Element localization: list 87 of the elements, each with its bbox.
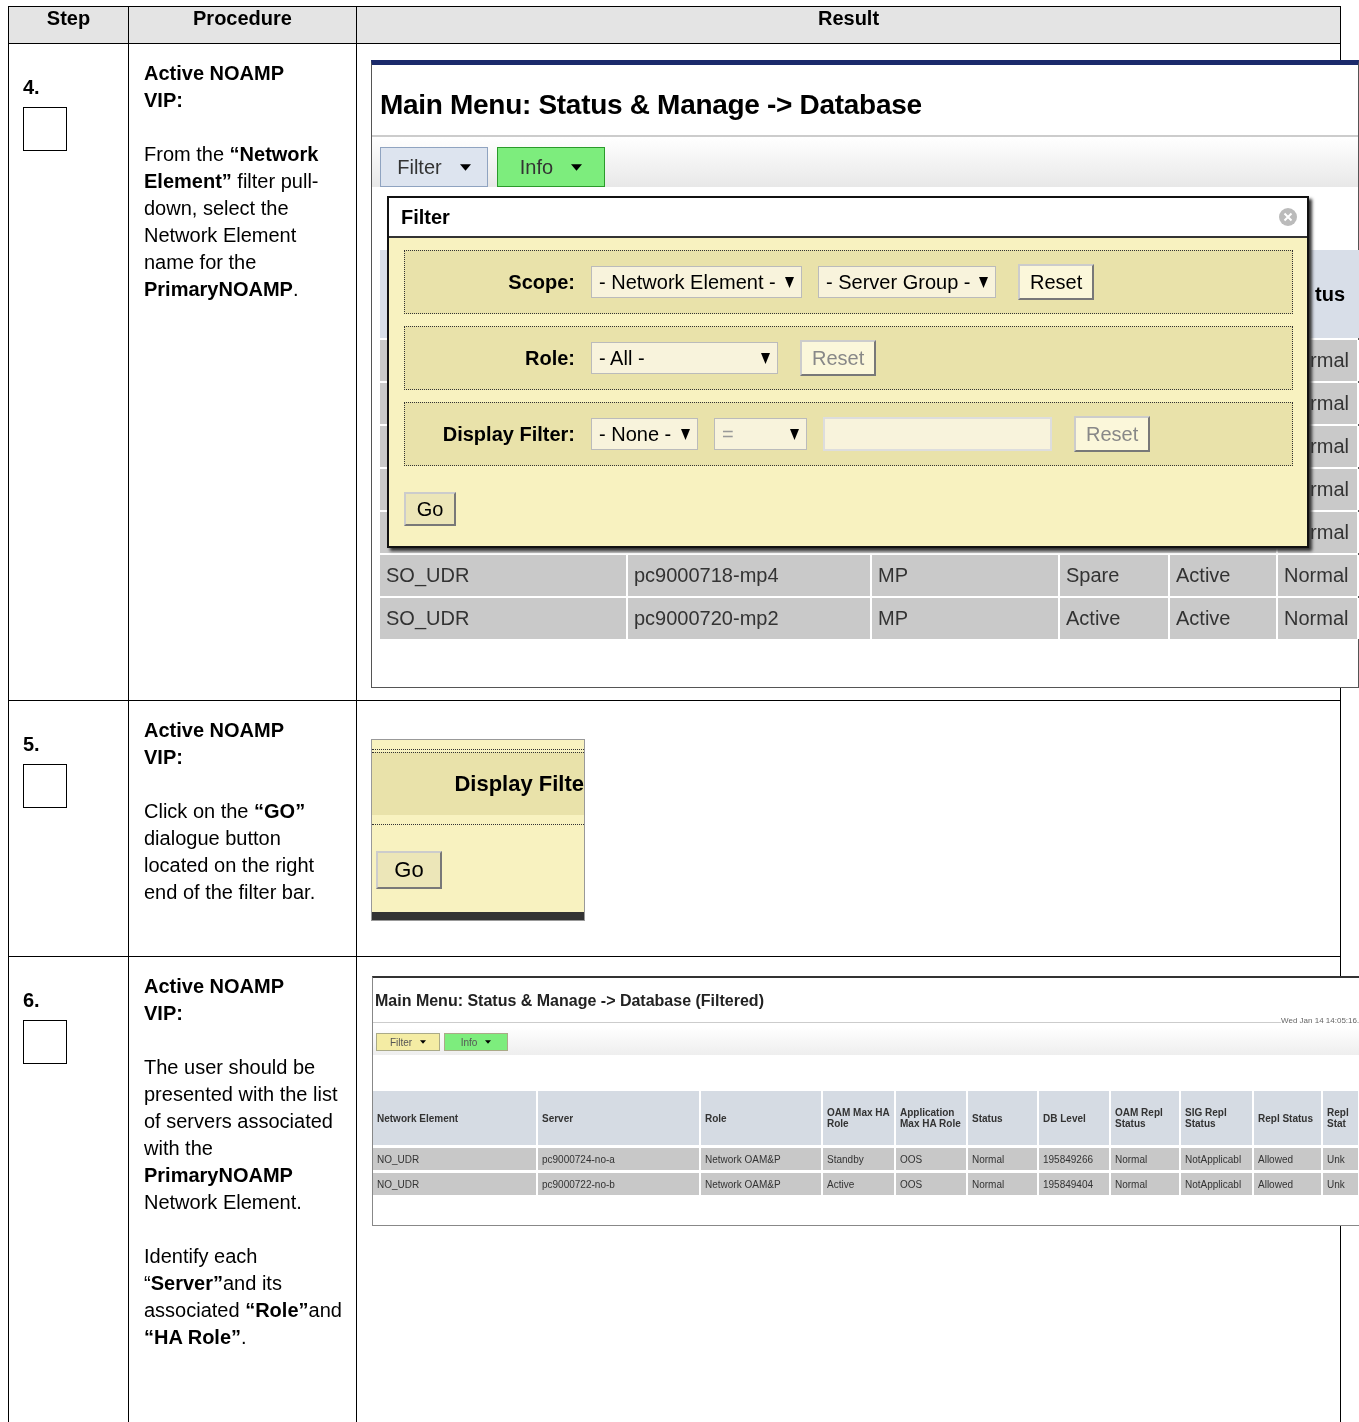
page-title: Main Menu: Status & Manage -> Database (Filtered)	[374, 991, 765, 1010]
column-header: Application Max HA Role	[896, 1091, 968, 1145]
procedure-heading: Active NOAMP VIP:	[144, 718, 285, 770]
column-header: Procedure	[128, 6, 357, 44]
procedure-heading: Active NOAMP VIP:	[144, 61, 285, 113]
field-label: Role:	[524, 346, 575, 370]
table-cell: Active	[1170, 555, 1278, 596]
table-cell: Normal	[1278, 555, 1359, 596]
caret-icon	[420, 1040, 427, 1044]
step-checkbox[interactable]	[23, 764, 67, 808]
table-cell: SO_UDR	[380, 598, 628, 639]
column-header: OAM Repl Status	[1111, 1091, 1181, 1145]
field-label: Scope:	[507, 270, 575, 294]
table-cell: Standby	[823, 1148, 896, 1170]
table-cell: 195849266	[1039, 1148, 1111, 1170]
menu-button[interactable]: Info	[444, 1033, 508, 1051]
column-header: SIG Repl Status	[1181, 1091, 1254, 1145]
caret-icon	[979, 276, 988, 288]
table-cell: Normal	[1111, 1148, 1181, 1170]
table-cell: pc9000722-no-b	[538, 1173, 701, 1195]
caret-icon	[761, 352, 770, 364]
step-number: 6.	[23, 989, 41, 1012]
column-header: Status	[968, 1091, 1039, 1145]
table-cell: pc9000718-mp4	[628, 555, 872, 596]
step-number: 5.	[23, 733, 41, 756]
table-cell: NotApplicabl	[1181, 1148, 1254, 1170]
table-cell: Allowed	[1254, 1173, 1323, 1195]
table-cell: Normal	[1278, 598, 1359, 639]
menu-button[interactable]: Filter	[376, 1033, 440, 1051]
table-cell: Normal	[1111, 1173, 1181, 1195]
table-cell: Normal	[968, 1148, 1039, 1170]
page-title: Main Menu: Status & Manage -> Database	[379, 88, 923, 121]
select-field[interactable]: - Server Group -	[818, 266, 996, 298]
dialog-title: Filter	[401, 205, 450, 229]
column-header: Repl Stat	[1323, 1091, 1359, 1145]
step-checkbox[interactable]	[23, 107, 67, 151]
table-cell: NO_UDR	[373, 1148, 538, 1170]
procedure-text: From the “Network Element” filter pull-down, select the Network Element name for the PrimaryNOAMP.	[144, 142, 320, 302]
table-cell: MP	[872, 555, 1060, 596]
go-button[interactable]: Go	[376, 851, 442, 889]
table-cell: Active	[823, 1173, 896, 1195]
caret-icon	[485, 1040, 492, 1044]
column-header: Network Element	[373, 1091, 538, 1145]
table-cell: pc9000724-no-a	[538, 1148, 701, 1170]
table-cell: Unk	[1323, 1173, 1359, 1195]
table-cell: NotApplicabl	[1181, 1173, 1254, 1195]
reset-button[interactable]: Reset	[1018, 264, 1095, 300]
menu-button[interactable]: Info	[497, 147, 605, 187]
caret-icon	[681, 428, 690, 440]
table-cell: Active	[1060, 598, 1170, 639]
table-cell: Spare	[1060, 555, 1170, 596]
table-cell: Network OAM&P	[701, 1148, 823, 1170]
procedure-text: Identify each “Server”and its associated “Role”and “HA Role”.	[144, 1244, 342, 1350]
caret-icon	[790, 428, 799, 440]
caret-icon	[459, 163, 471, 171]
table-cell: 195849404	[1039, 1173, 1111, 1195]
table-cell: Normal	[968, 1173, 1039, 1195]
step-checkbox[interactable]	[23, 1020, 67, 1064]
table-cell: Network OAM&P	[701, 1173, 823, 1195]
table-cell: NO_UDR	[373, 1173, 538, 1195]
caret-icon	[785, 276, 794, 288]
step-number: 4.	[23, 76, 41, 99]
table-cell: SO_UDR	[380, 555, 628, 596]
table-cell: OOS	[896, 1148, 968, 1170]
field-label: Display Filte	[454, 771, 584, 797]
table-cell: MP	[872, 598, 1060, 639]
table-cell: Unk	[1323, 1148, 1359, 1170]
procedure-text: The user should be presented with the list of servers associated with the PrimaryNOAMP Network Element.	[144, 1055, 339, 1215]
column-header: Result	[356, 6, 1341, 44]
column-header: OAM Max HA Role	[823, 1091, 896, 1145]
column-header: DB Level	[1039, 1091, 1111, 1145]
table-cell: pc9000720-mp2	[628, 598, 872, 639]
menu-button[interactable]: Filter	[380, 147, 488, 187]
table-cell: OOS	[896, 1173, 968, 1195]
go-button[interactable]: Go	[404, 492, 456, 526]
procedure-heading: Active NOAMP VIP:	[144, 974, 285, 1026]
column-header: Role	[701, 1091, 823, 1145]
procedure-text: Click on the “GO” dialogue button located on the right end of the filter bar.	[144, 799, 317, 905]
table-cell: Allowed	[1254, 1148, 1323, 1170]
column-header: Repl Status	[1254, 1091, 1323, 1145]
select-field[interactable]: - Network Element -	[591, 266, 802, 298]
field-label: Display Filter:	[441, 422, 575, 446]
table-cell: Active	[1170, 598, 1278, 639]
column-header: Server	[538, 1091, 701, 1145]
column-header: Step	[8, 6, 129, 44]
timestamp: Wed Jan 14 14:05:16	[1281, 1016, 1357, 1025]
caret-icon	[571, 163, 583, 171]
